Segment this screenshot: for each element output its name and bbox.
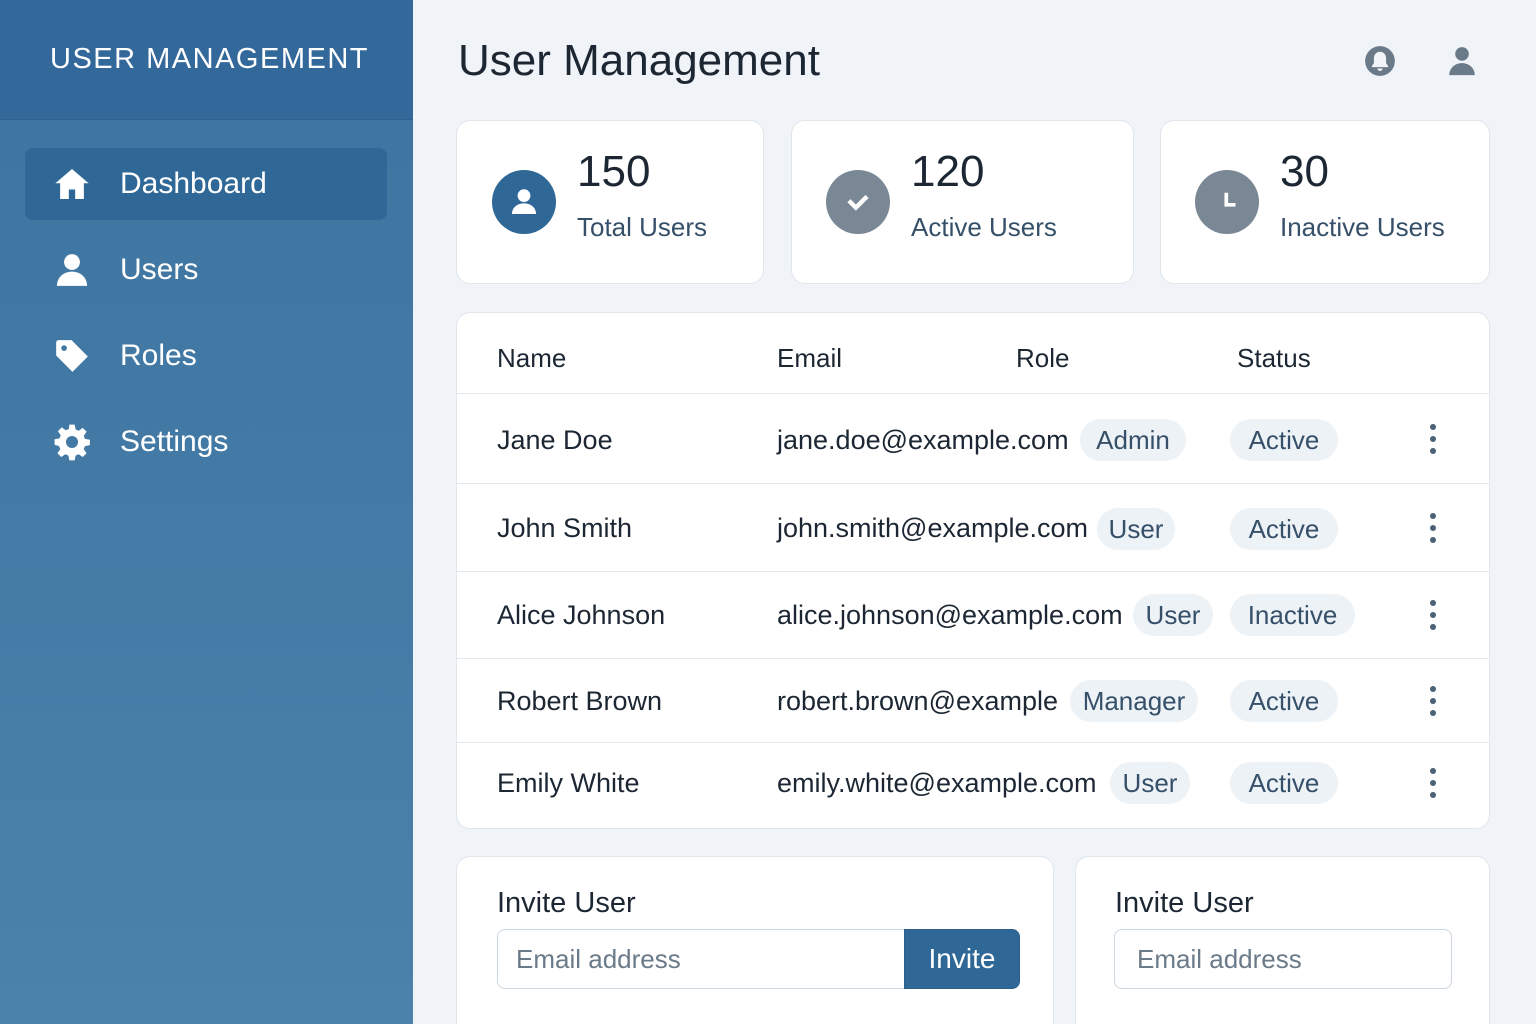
- role-badge: User: [1110, 762, 1190, 804]
- row-actions-menu-icon[interactable]: [1423, 683, 1443, 719]
- user-icon: [52, 250, 92, 290]
- invite-button[interactable]: Invite: [904, 929, 1020, 989]
- users-table: Name Email Role Status Jane Doe jane.doe…: [456, 312, 1490, 829]
- status-badge: Active: [1230, 762, 1338, 804]
- stat-card-total-users: 150 Total Users: [456, 120, 764, 284]
- table-row[interactable]: Emily White emily.white@example.com User…: [457, 743, 1489, 828]
- row-actions-menu-icon[interactable]: [1423, 510, 1443, 546]
- table-row[interactable]: Robert Brown robert.brown@example Manage…: [457, 659, 1489, 743]
- row-actions-menu-icon[interactable]: [1423, 597, 1443, 633]
- cell-email: jane.doe@example.com: [777, 425, 1069, 455]
- table-row[interactable]: Jane Doe jane.doe@example.com Admin Acti…: [457, 394, 1489, 484]
- app-title: USER MANAGEMENT: [50, 43, 369, 75]
- stat-card-inactive-users: 30 Inactive Users: [1160, 120, 1490, 284]
- row-actions-menu-icon[interactable]: [1423, 421, 1443, 457]
- cell-email: robert.brown@example: [777, 686, 1059, 716]
- role-badge: Admin: [1080, 419, 1186, 461]
- cell-name: Robert Brown: [497, 686, 663, 716]
- invite-user-card: Invite User Invite: [456, 856, 1054, 1024]
- invite-user-title: Invite User: [497, 887, 636, 919]
- stat-value: 150: [577, 146, 651, 196]
- sidebar-item-dashboard[interactable]: Dashboard: [25, 148, 387, 220]
- check-icon: [826, 170, 890, 234]
- table-row[interactable]: John Smith john.smith@example.com User A…: [457, 484, 1489, 572]
- cell-name: John Smith: [497, 513, 633, 543]
- stat-label: Inactive Users: [1280, 211, 1445, 242]
- bell-icon[interactable]: [1361, 42, 1399, 80]
- stat-card-active-users: 120 Active Users: [791, 120, 1134, 284]
- cell-email: john.smith@example.com: [777, 513, 1089, 543]
- email-field[interactable]: [497, 929, 907, 989]
- table-header: Name Email Role Status: [457, 313, 1489, 394]
- profile-icon[interactable]: [1443, 42, 1481, 80]
- cell-name: Alice Johnson: [497, 600, 666, 630]
- status-badge: Active: [1230, 419, 1338, 461]
- sidebar-item-users[interactable]: Users: [25, 234, 387, 306]
- status-badge: Inactive: [1230, 594, 1355, 636]
- status-badge: Active: [1230, 508, 1338, 550]
- row-actions-menu-icon[interactable]: [1423, 765, 1443, 801]
- sidebar-item-label: Settings: [120, 425, 229, 458]
- stat-value: 30: [1280, 146, 1329, 196]
- sidebar: USER MANAGEMENT Dashboard Users Roles Se…: [0, 0, 413, 1024]
- sidebar-item-roles[interactable]: Roles: [25, 320, 387, 392]
- sidebar-item-label: Users: [120, 253, 199, 286]
- sidebar-nav: Dashboard Users Roles Settings: [0, 120, 413, 478]
- cell-name: Emily White: [497, 768, 640, 798]
- sidebar-item-settings[interactable]: Settings: [25, 406, 387, 478]
- stat-value: 120: [911, 146, 985, 196]
- role-badge: User: [1133, 594, 1213, 636]
- cell-email: emily.white@example.com: [777, 768, 1097, 798]
- cell-name: Jane Doe: [497, 425, 613, 455]
- clock-icon: [1195, 170, 1259, 234]
- column-header-name[interactable]: Name: [497, 343, 566, 374]
- invite-user-title: Invite User: [1115, 887, 1254, 919]
- sidebar-item-label: Dashboard: [120, 167, 267, 200]
- sidebar-header: USER MANAGEMENT: [0, 0, 413, 120]
- home-icon: [52, 164, 92, 204]
- column-header-role[interactable]: Role: [1016, 343, 1069, 374]
- email-field[interactable]: [1114, 929, 1452, 989]
- status-badge: Active: [1230, 680, 1338, 722]
- stat-label: Active Users: [911, 211, 1057, 242]
- column-header-status[interactable]: Status: [1237, 343, 1311, 374]
- gear-icon: [52, 422, 92, 462]
- page-title: User Management: [458, 36, 820, 85]
- role-badge: Manager: [1070, 680, 1198, 722]
- table-row[interactable]: Alice Johnson alice.johnson@example.com …: [457, 572, 1489, 659]
- cell-email: alice.johnson@example.com: [777, 600, 1123, 630]
- tag-icon: [52, 336, 92, 376]
- sidebar-item-label: Roles: [120, 339, 197, 372]
- role-badge: User: [1097, 508, 1175, 550]
- stat-label: Total Users: [577, 211, 708, 242]
- column-header-email[interactable]: Email: [777, 343, 842, 374]
- user-icon: [492, 170, 556, 234]
- invite-user-card-secondary: Invite User: [1075, 856, 1490, 1024]
